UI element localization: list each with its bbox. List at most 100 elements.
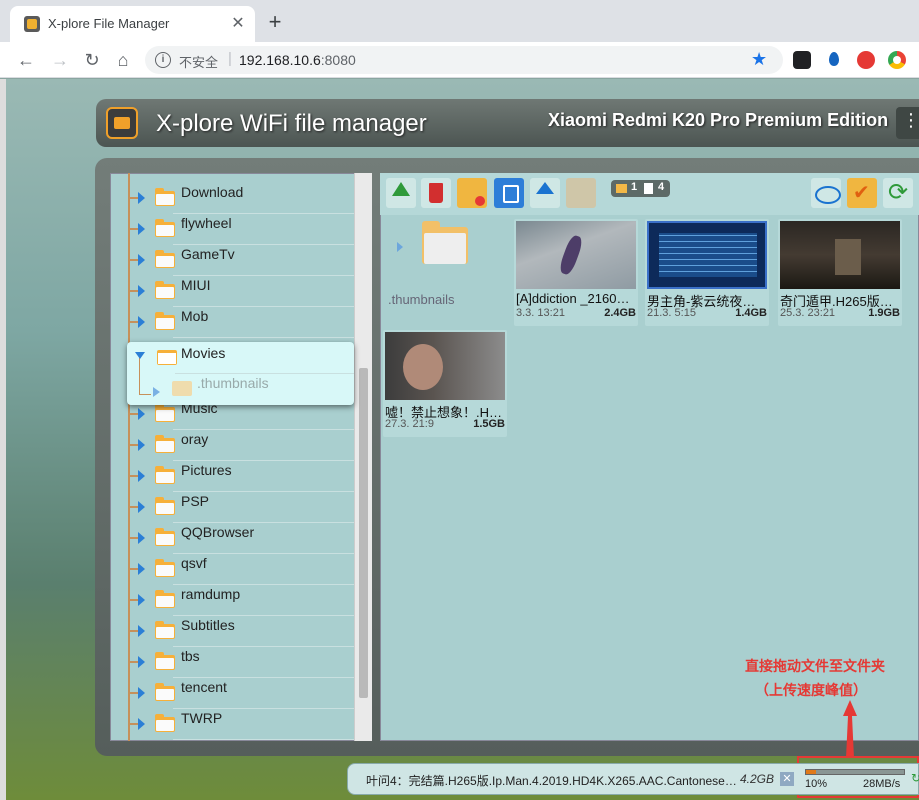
expand-arrow-icon[interactable] (138, 656, 145, 668)
tree-scrollbar[interactable] (354, 173, 372, 741)
up-icon[interactable] (386, 178, 416, 208)
tree-line (139, 394, 151, 395)
expand-arrow-icon[interactable] (138, 408, 145, 420)
menu-button[interactable] (896, 107, 919, 139)
file-size: 1.5GB (473, 418, 505, 430)
expand-arrow-icon[interactable] (138, 192, 145, 204)
tree-item[interactable]: GameTv (128, 245, 354, 276)
expand-arrow-icon[interactable] (138, 501, 145, 513)
expand-arrow-icon (397, 242, 403, 252)
drop-icon[interactable] (825, 51, 843, 69)
expand-arrow-icon[interactable] (138, 439, 145, 451)
refresh-icon[interactable]: ↻ (911, 771, 919, 785)
new-folder-icon[interactable] (457, 178, 487, 208)
video-thumbnail (780, 221, 900, 289)
reload-button[interactable]: ↻ (80, 48, 104, 72)
tree-item[interactable]: flywheel (128, 214, 354, 245)
folder-icon (155, 497, 175, 515)
new-tab-button[interactable]: + (262, 10, 288, 36)
upload-file-size: 4.2GB (740, 772, 775, 786)
tree-item[interactable]: TWRP (128, 709, 354, 740)
folder-icon (157, 350, 177, 365)
device-name: Xiaomi Redmi K20 Pro Premium Edition (548, 110, 889, 130)
tree-item[interactable]: Mob (128, 307, 354, 338)
select-icon[interactable] (847, 178, 877, 208)
address-bar[interactable]: i 不安全 | 192.168.10.6:8080 ★ (145, 46, 783, 74)
extension-icon[interactable] (793, 51, 811, 69)
expand-arrow-icon[interactable] (138, 285, 145, 297)
expand-arrow-icon[interactable] (153, 387, 160, 397)
collapse-arrow-icon[interactable] (135, 352, 145, 359)
folder-icon (155, 435, 175, 453)
back-button[interactable]: ← (14, 48, 38, 72)
tree-item[interactable]: Pictures (128, 461, 354, 492)
cancel-upload-icon[interactable]: ✕ (780, 772, 794, 786)
file-date: 21.3. 5:15 (647, 307, 696, 319)
file-size: 1.9GB (868, 307, 900, 319)
upload-progress-fill (806, 770, 816, 774)
expand-arrow-icon[interactable] (138, 254, 145, 266)
file-date: 27.3. 21:9 (385, 418, 434, 430)
file-date: 3.3. 13:21 (516, 307, 565, 319)
file-card[interactable]: [A]ddiction _2160… 3.3. 13:21 2.4GB (514, 219, 638, 326)
tree-item-label: flywheel (181, 215, 232, 231)
folder-icon (155, 621, 175, 639)
tree-item[interactable]: qsvf (128, 554, 354, 585)
tree-subitem-label[interactable]: .thumbnails (197, 375, 269, 391)
shield-icon[interactable] (857, 51, 875, 69)
folder-icon (155, 652, 175, 670)
expand-arrow-icon[interactable] (138, 594, 145, 606)
directory-item[interactable]: .thumbnails (383, 219, 511, 323)
upload-speed: 28MB/s (863, 778, 901, 790)
tree-item-label: oray (181, 431, 209, 447)
file-card[interactable]: 男主角-紫云统夜… 21.3. 5:15 1.4GB (645, 219, 769, 326)
tree-separator (173, 739, 354, 740)
close-tab-icon[interactable]: ✕ (228, 14, 248, 34)
tree-item[interactable]: tbs (128, 647, 354, 678)
expand-arrow-icon[interactable] (138, 223, 145, 235)
folder-icon (172, 381, 192, 396)
expand-arrow-icon[interactable] (138, 470, 145, 482)
view-icon[interactable] (811, 178, 841, 208)
tree-item[interactable]: Subtitles (128, 616, 354, 647)
file-count: 4 (658, 181, 665, 193)
expand-arrow-icon[interactable] (138, 625, 145, 637)
tree-item-label: tencent (181, 679, 227, 695)
expand-arrow-icon[interactable] (138, 563, 145, 575)
tree-item[interactable]: ramdump (128, 585, 354, 616)
tree-item[interactable]: QQBrowser (128, 523, 354, 554)
refresh-icon[interactable] (883, 178, 913, 208)
delete-icon[interactable] (421, 178, 451, 208)
rename-icon[interactable] (494, 178, 524, 208)
tab-strip: X-plore File Manager ✕ + (0, 0, 919, 42)
tree-item-label: Movies (181, 345, 226, 361)
url-text[interactable]: 192.168.10.6:8080 (239, 52, 356, 68)
forward-button[interactable]: → (48, 48, 72, 72)
info-icon[interactable]: i (155, 52, 171, 68)
expand-arrow-icon[interactable] (138, 718, 145, 730)
tree-item-label: Subtitles (181, 617, 235, 633)
expand-arrow-icon[interactable] (138, 316, 145, 328)
tree-item-movies-expanded[interactable]: Movies .thumbnails (127, 342, 354, 405)
tree-item[interactable]: PSP (128, 492, 354, 523)
chrome-icon[interactable] (888, 51, 906, 69)
expand-arrow-icon[interactable] (138, 532, 145, 544)
expand-arrow-icon[interactable] (138, 687, 145, 699)
file-card[interactable]: 奇门遁甲.H265版… 25.3. 23:21 1.9GB (778, 219, 902, 326)
tree-item[interactable]: Download (128, 183, 354, 214)
folder-icon (155, 528, 175, 546)
tree-item[interactable]: oray (128, 430, 354, 461)
bookmark-star-icon[interactable]: ★ (751, 49, 767, 70)
folder-icon (155, 281, 175, 299)
tree-scroll-thumb[interactable] (359, 368, 368, 698)
upload-icon[interactable] (530, 178, 560, 208)
tree-item-label: GameTv (181, 246, 235, 262)
file-card[interactable]: 嘘！禁止想象！.H… 27.3. 21:9 1.5GB (383, 330, 507, 437)
download-icon[interactable] (566, 178, 596, 208)
tree-item[interactable]: tencent (128, 678, 354, 709)
tree-item[interactable]: MIUI (128, 276, 354, 307)
home-button[interactable]: ⌂ (111, 48, 135, 72)
folder-icon (155, 590, 175, 608)
folder-icon (155, 219, 175, 237)
browser-tab[interactable]: X-plore File Manager ✕ (10, 6, 255, 42)
